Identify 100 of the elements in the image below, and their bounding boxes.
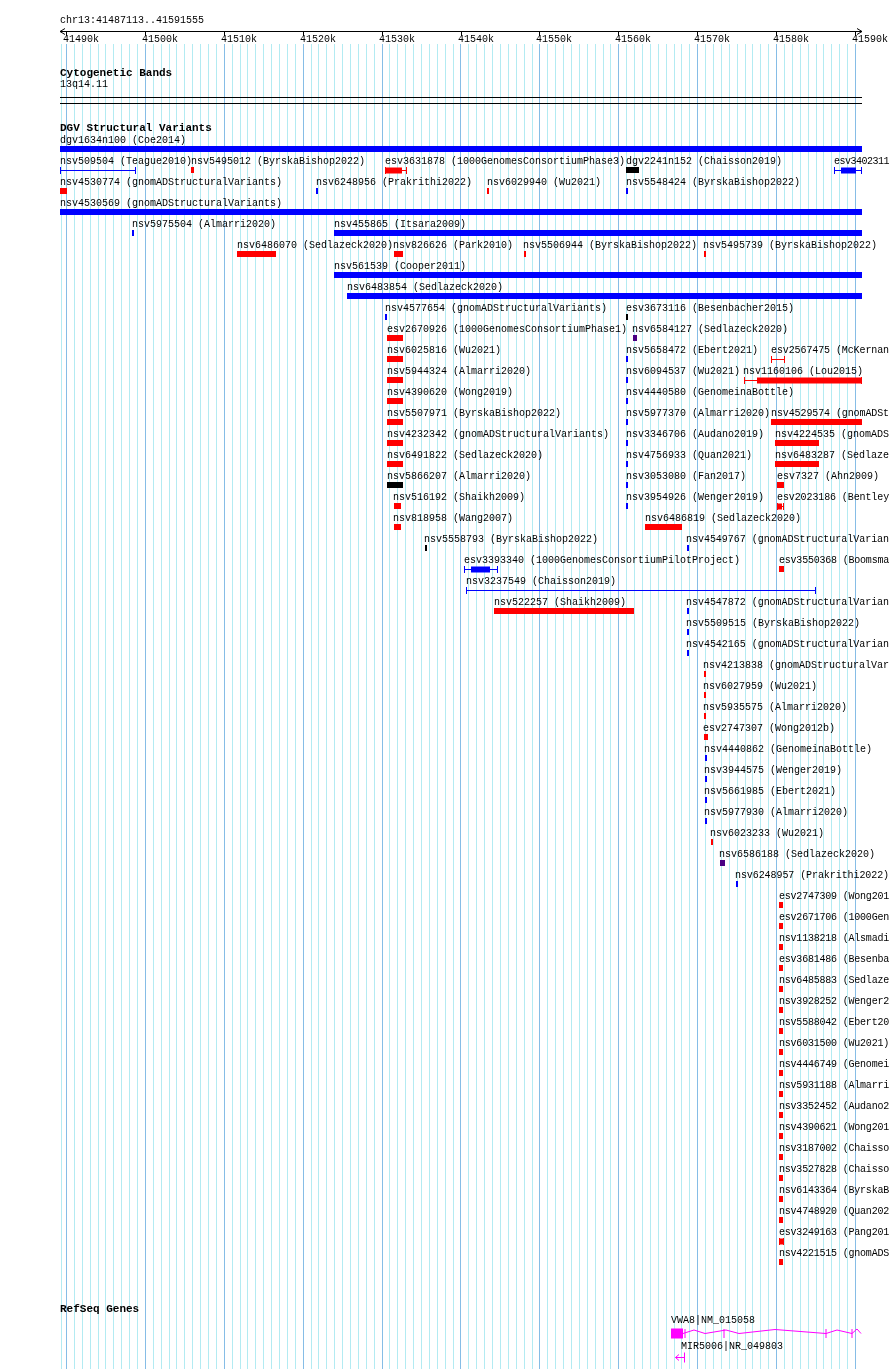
variant-label[interactable]: nsv5588042 (Ebert20: [779, 1017, 889, 1028]
variant-drawing[interactable]: [778, 1237, 785, 1246]
variant-label[interactable]: nsv509504 (Teague2010): [60, 156, 193, 167]
variant-bar[interactable]: [779, 1091, 783, 1097]
variant-label[interactable]: nsv6248956 (Prakrithi2022): [316, 177, 473, 188]
variant-label[interactable]: nsv5658472 (Ebert2021): [626, 345, 759, 356]
variant-label[interactable]: nsv6094537 (Wu2021): [626, 366, 741, 377]
variant-bar[interactable]: [394, 503, 401, 509]
variant-label[interactable]: nsv4390621 (Wong201: [779, 1122, 889, 1133]
variant-label[interactable]: nsv3237549 (Chaisson2019): [466, 576, 617, 587]
variant-bar[interactable]: [387, 377, 403, 383]
variant-label[interactable]: nsv4530569 (gnomADStructuralVariants): [60, 198, 283, 209]
variant-bar[interactable]: [387, 482, 403, 488]
variant-label[interactable]: nsv5866207 (Almarri2020): [387, 471, 532, 482]
gene-drawing[interactable]: [675, 1352, 685, 1363]
variant-label[interactable]: nsv826626 (Park2010): [393, 240, 514, 251]
variant-bar[interactable]: [779, 944, 783, 950]
variant-bar[interactable]: [775, 440, 819, 446]
variant-drawing[interactable]: [463, 565, 499, 574]
variant-label[interactable]: esv2567475 (McKernan: [771, 345, 890, 356]
variant-bar[interactable]: [394, 251, 403, 257]
variant-bar[interactable]: [779, 1112, 783, 1118]
variant-drawing[interactable]: [384, 166, 408, 175]
variant-label[interactable]: nsv6029940 (Wu2021): [487, 177, 602, 188]
variant-bar[interactable]: [720, 860, 725, 866]
variant-bar[interactable]: [775, 461, 819, 467]
variant-label[interactable]: nsv5495012 (ByrskaBishop2022): [191, 156, 366, 167]
variant-label[interactable]: nsv1138218 (Alsmadi: [779, 933, 889, 944]
variant-drawing[interactable]: [776, 502, 785, 511]
variant-label[interactable]: nsv4440862 (GenomeinaBottle): [704, 744, 873, 755]
variant-label[interactable]: nsv6023233 (Wu2021): [710, 828, 825, 839]
variant-label[interactable]: esv3550368 (Boomsma: [779, 555, 889, 566]
variant-bar[interactable]: [645, 524, 682, 530]
variant-drawing[interactable]: [833, 166, 863, 175]
variant-label[interactable]: nsv6483287 (Sedlaze: [775, 450, 890, 461]
variant-label[interactable]: nsv6027959 (Wu2021): [703, 681, 818, 692]
variant-label[interactable]: nsv6248957 (Prakrithi2022): [735, 870, 890, 881]
variant-label[interactable]: nsv4547872 (gnomADStructuralVarian: [686, 597, 890, 608]
variant-label[interactable]: nsv3352452 (Audano2: [779, 1101, 889, 1112]
variant-label[interactable]: nsv5977930 (Almarri2020): [704, 807, 849, 818]
variant-drawing[interactable]: [743, 376, 863, 385]
variant-label[interactable]: nsv3053080 (Fan2017): [626, 471, 747, 482]
variant-label[interactable]: nsv3527828 (Chaisso: [779, 1164, 889, 1175]
variant-label[interactable]: esv3673116 (Besenbacher2015): [626, 303, 795, 314]
variant-label[interactable]: nsv818958 (Wang2007): [393, 513, 514, 524]
variant-bar[interactable]: [334, 272, 862, 278]
variant-bar[interactable]: [771, 419, 862, 425]
variant-label[interactable]: nsv522257 (Shaikh2009): [494, 597, 627, 608]
variant-bar[interactable]: [60, 188, 67, 194]
variant-label[interactable]: nsv5506944 (ByrskaBishop2022): [523, 240, 698, 251]
variant-bar[interactable]: [704, 734, 708, 740]
variant-label[interactable]: esv2671706 (1000Gen: [779, 912, 889, 923]
variant-bar[interactable]: [779, 923, 783, 929]
variant-bar[interactable]: [60, 146, 862, 152]
variant-label[interactable]: nsv6031500 (Wu2021): [779, 1038, 889, 1049]
variant-label[interactable]: nsv561539 (Cooper2011): [334, 261, 467, 272]
variant-label[interactable]: nsv4440580 (GenomeinaBottle): [626, 387, 795, 398]
variant-bar[interactable]: [191, 167, 194, 173]
variant-bar[interactable]: [779, 986, 783, 992]
variant-label[interactable]: nsv3944575 (Wenger2019): [704, 765, 843, 776]
variant-bar[interactable]: [779, 1028, 783, 1034]
variant-label[interactable]: nsv5509515 (ByrskaBishop2022): [686, 618, 861, 629]
variant-bar[interactable]: [779, 1259, 783, 1265]
variant-bar[interactable]: [779, 1217, 783, 1223]
variant-label[interactable]: nsv455865 (Itsara2009): [334, 219, 467, 230]
variant-label[interactable]: nsv5944324 (Almarri2020): [387, 366, 532, 377]
variant-label[interactable]: nsv5935575 (Almarri2020): [703, 702, 848, 713]
gene-label[interactable]: MIR5006|NR_049803: [681, 1341, 784, 1352]
variant-label[interactable]: esv2023186 (Bentley: [777, 492, 890, 503]
variant-label[interactable]: nsv6584127 (Sedlazeck2020): [632, 324, 789, 335]
variant-span[interactable]: [770, 355, 786, 364]
variant-label[interactable]: nsv3954926 (Wenger2019): [626, 492, 765, 503]
variant-label[interactable]: nsv3928252 (Wenger2: [779, 996, 889, 1007]
variant-label[interactable]: dgv2241n152 (Chaisson2019): [626, 156, 783, 167]
variant-label[interactable]: esv3402311: [834, 156, 889, 167]
variant-bar[interactable]: [387, 398, 403, 404]
variant-label[interactable]: nsv5558793 (ByrskaBishop2022): [424, 534, 599, 545]
variant-bar[interactable]: [387, 419, 403, 425]
variant-bar[interactable]: [779, 965, 783, 971]
variant-label[interactable]: nsv4542165 (gnomADStructuralVarian: [686, 639, 890, 650]
variant-bar[interactable]: [347, 293, 862, 299]
variant-label[interactable]: nsv3346706 (Audano2019): [626, 429, 765, 440]
variant-label[interactable]: nsv4446749 (Genomei: [779, 1059, 889, 1070]
variant-bar[interactable]: [779, 566, 784, 572]
variant-label[interactable]: nsv5661985 (Ebert2021): [704, 786, 837, 797]
variant-label[interactable]: esv3249163 (Pang201: [779, 1227, 889, 1238]
variant-label[interactable]: esv2670926 (1000GenomesConsortiumPhase1): [387, 324, 628, 335]
variant-bar[interactable]: [387, 440, 403, 446]
variant-bar[interactable]: [779, 1070, 783, 1076]
variant-bar[interactable]: [387, 335, 403, 341]
variant-label[interactable]: nsv5495739 (ByrskaBishop2022): [703, 240, 878, 251]
variant-label[interactable]: nsv5507971 (ByrskaBishop2022): [387, 408, 562, 419]
variant-label[interactable]: nsv4224535 (gnomADS: [775, 429, 890, 440]
variant-label[interactable]: dgv1634n100 (Coe2014): [60, 135, 187, 146]
variant-label[interactable]: esv3681486 (Besenba: [779, 954, 889, 965]
variant-label[interactable]: nsv4748920 (Quan202: [779, 1206, 889, 1217]
variant-label[interactable]: nsv4549767 (gnomADStructuralVarian: [686, 534, 890, 545]
variant-label[interactable]: nsv6143364 (ByrskaB: [779, 1185, 889, 1196]
variant-label[interactable]: esv2747307 (Wong2012b): [703, 723, 836, 734]
variant-bar[interactable]: [779, 902, 783, 908]
